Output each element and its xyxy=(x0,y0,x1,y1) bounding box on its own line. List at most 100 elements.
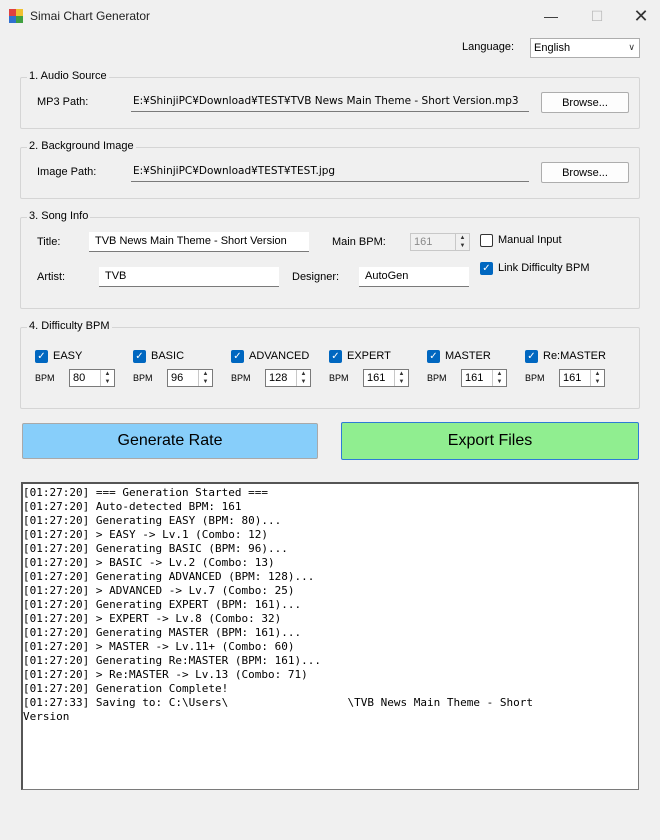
window-title: Simai Chart Generator xyxy=(30,9,151,23)
title-label: Title: xyxy=(37,236,61,248)
spin-down-icon[interactable]: ▼ xyxy=(456,242,469,250)
easy-bpm-label: BPM xyxy=(35,373,55,383)
expert-bpm-value: 161 xyxy=(367,372,386,384)
basic-bpm-value: 96 xyxy=(171,372,184,384)
language-select[interactable]: English ∨ xyxy=(530,38,640,58)
minimize-button[interactable]: — xyxy=(528,0,574,32)
basic-bpm-spin[interactable]: ▲ ▼ xyxy=(198,370,212,386)
log-line: [01:27:33] Saving to: C:\Users\ \TVB New… xyxy=(23,696,533,709)
remaster-bpm-spin[interactable]: ▲ ▼ xyxy=(590,370,604,386)
designer-input[interactable]: AutoGen xyxy=(359,267,469,287)
spin-up-icon[interactable]: ▲ xyxy=(199,370,212,378)
main-bpm-value: 161 xyxy=(414,236,433,248)
master-label: MASTER xyxy=(445,350,491,362)
spin-down-icon[interactable]: ▼ xyxy=(591,378,604,386)
basic-bpm-label: BPM xyxy=(133,373,153,383)
log-line: [01:27:20] Generating BASIC (BPM: 96)... xyxy=(23,542,288,555)
log-line: [01:27:20] Generating EASY (BPM: 80)... xyxy=(23,514,282,527)
log-line: [01:27:20] Generating ADVANCED (BPM: 128… xyxy=(23,570,315,583)
advanced-bpm-stepper[interactable]: 128 ▲ ▼ xyxy=(265,369,311,387)
log-line: [01:27:20] Generating EXPERT (BPM: 161).… xyxy=(23,598,302,611)
difficulty-bpm-group xyxy=(20,327,640,409)
spin-down-icon[interactable]: ▼ xyxy=(101,378,114,386)
language-label: Language: xyxy=(462,41,514,53)
artist-label: Artist: xyxy=(37,271,66,283)
image-path-field[interactable]: E:¥ShinjiPC¥Download¥TEST¥TEST.jpg xyxy=(131,162,529,182)
mp3-path-label: MP3 Path: xyxy=(37,96,89,108)
master-bpm-value: 161 xyxy=(465,372,484,384)
spin-down-icon[interactable]: ▼ xyxy=(297,378,310,386)
spin-down-icon[interactable]: ▼ xyxy=(395,378,408,386)
log-line: [01:27:20] > EASY -> Lv.1 (Combo: 12) xyxy=(23,528,269,541)
export-files-button[interactable]: Export Files xyxy=(341,422,639,460)
link-bpm-label: Link Difficulty BPM xyxy=(498,262,590,274)
spin-up-icon[interactable]: ▲ xyxy=(456,234,469,242)
log-line: [01:27:20] > Re:MASTER -> Lv.13 (Combo: … xyxy=(23,668,308,681)
advanced-bpm-label: BPM xyxy=(231,373,251,383)
log-line: [01:27:20] === Generation Started === xyxy=(23,486,269,499)
title-input[interactable]: TVB News Main Theme - Short Version xyxy=(89,232,309,252)
master-checkbox[interactable]: ✓ xyxy=(427,350,440,363)
master-bpm-stepper[interactable]: 161 ▲ ▼ xyxy=(461,369,507,387)
main-bpm-label: Main BPM: xyxy=(332,236,386,248)
log-line: [01:27:20] Generation Complete! xyxy=(23,682,229,695)
main-bpm-spin[interactable]: ▲ ▼ xyxy=(455,234,469,250)
spin-up-icon[interactable]: ▲ xyxy=(395,370,408,378)
spin-up-icon[interactable]: ▲ xyxy=(297,370,310,378)
artist-input[interactable]: TVB xyxy=(99,267,279,287)
remaster-bpm-label: BPM xyxy=(525,373,545,383)
manual-input-checkbox[interactable] xyxy=(480,234,493,247)
easy-checkbox[interactable]: ✓ xyxy=(35,350,48,363)
basic-bpm-stepper[interactable]: 96 ▲ ▼ xyxy=(167,369,213,387)
easy-label: EASY xyxy=(53,350,83,362)
background-image-group-label: 2. Background Image xyxy=(27,140,136,152)
chevron-down-icon: ∨ xyxy=(628,42,635,52)
expert-bpm-label: BPM xyxy=(329,373,349,383)
browse-mp3-button[interactable]: Browse... xyxy=(541,92,629,113)
remaster-label: Re:MASTER xyxy=(543,350,606,362)
advanced-bpm-value: 128 xyxy=(269,372,288,384)
remaster-bpm-value: 161 xyxy=(563,372,582,384)
spin-down-icon[interactable]: ▼ xyxy=(493,378,506,386)
mp3-path-field[interactable]: E:¥ShinjiPC¥Download¥TEST¥TVB News Main … xyxy=(131,92,529,112)
image-path-label: Image Path: xyxy=(37,166,97,178)
advanced-label: ADVANCED xyxy=(249,350,310,362)
main-bpm-stepper[interactable]: 161 ▲ ▼ xyxy=(410,233,470,251)
spin-up-icon[interactable]: ▲ xyxy=(591,370,604,378)
log-line: [01:27:20] Generating Re:MASTER (BPM: 16… xyxy=(23,654,322,667)
log-line: [01:27:20] > ADVANCED -> Lv.7 (Combo: 25… xyxy=(23,584,295,597)
remaster-checkbox[interactable]: ✓ xyxy=(525,350,538,363)
spin-up-icon[interactable]: ▲ xyxy=(493,370,506,378)
spin-up-icon[interactable]: ▲ xyxy=(101,370,114,378)
song-info-group-label: 3. Song Info xyxy=(27,210,91,222)
log-line: [01:27:20] > EXPERT -> Lv.8 (Combo: 32) xyxy=(23,612,282,625)
close-button[interactable]: ✕ xyxy=(618,0,660,32)
designer-label: Designer: xyxy=(292,271,340,283)
browse-image-button[interactable]: Browse... xyxy=(541,162,629,183)
remaster-bpm-stepper[interactable]: 161 ▲ ▼ xyxy=(559,369,605,387)
log-line: [01:27:20] > BASIC -> Lv.2 (Combo: 13) xyxy=(23,556,275,569)
easy-bpm-spin[interactable]: ▲ ▼ xyxy=(100,370,114,386)
log-line: Version xyxy=(23,710,70,723)
link-bpm-checkbox[interactable]: ✓ xyxy=(480,262,493,275)
master-bpm-label: BPM xyxy=(427,373,447,383)
advanced-checkbox[interactable]: ✓ xyxy=(231,350,244,363)
master-bpm-spin[interactable]: ▲ ▼ xyxy=(492,370,506,386)
advanced-bpm-spin[interactable]: ▲ ▼ xyxy=(296,370,310,386)
maximize-button[interactable]: ☐ xyxy=(574,0,620,32)
expert-checkbox[interactable]: ✓ xyxy=(329,350,342,363)
audio-source-group-label: 1. Audio Source xyxy=(27,70,109,82)
app-icon xyxy=(9,9,23,23)
easy-bpm-stepper[interactable]: 80 ▲ ▼ xyxy=(69,369,115,387)
log-output[interactable]: [01:27:20] === Generation Started === [0… xyxy=(21,482,639,790)
expert-bpm-spin[interactable]: ▲ ▼ xyxy=(394,370,408,386)
log-line: [01:27:20] > MASTER -> Lv.11+ (Combo: 60… xyxy=(23,640,295,653)
basic-label: BASIC xyxy=(151,350,185,362)
easy-bpm-value: 80 xyxy=(73,372,86,384)
basic-checkbox[interactable]: ✓ xyxy=(133,350,146,363)
expert-bpm-stepper[interactable]: 161 ▲ ▼ xyxy=(363,369,409,387)
generate-rate-button[interactable]: Generate Rate xyxy=(22,423,318,459)
log-line: [01:27:20] Generating MASTER (BPM: 161).… xyxy=(23,626,302,639)
spin-down-icon[interactable]: ▼ xyxy=(199,378,212,386)
log-line: [01:27:20] Auto-detected BPM: 161 xyxy=(23,500,242,513)
